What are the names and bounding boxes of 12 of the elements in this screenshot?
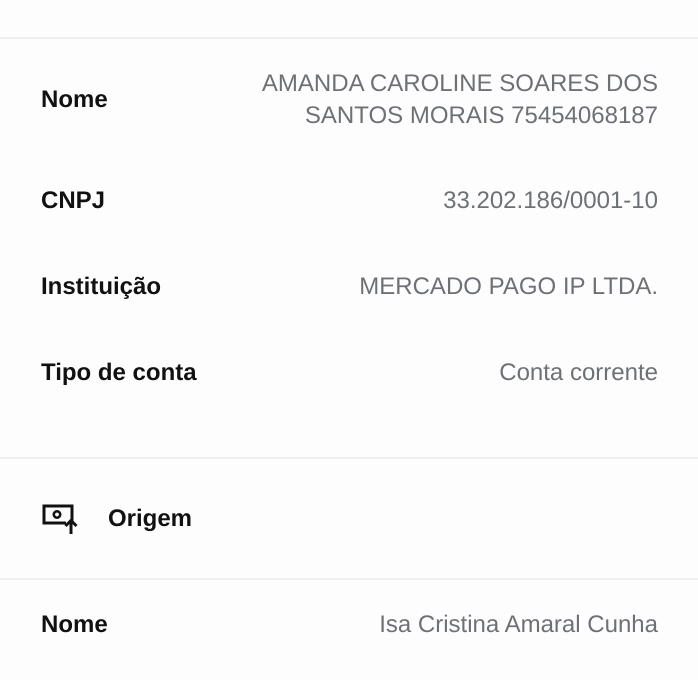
field-value: 33.202.186/0001-10 <box>443 186 658 216</box>
field-label: CNPJ <box>41 187 106 215</box>
field-value: Isa Cristina Amaral Cunha <box>379 610 658 640</box>
section-title: Origem <box>108 504 192 532</box>
field-label: Nome <box>41 86 108 114</box>
screen-upload-icon <box>42 504 80 534</box>
field-value: AMANDA CAROLINE SOARES DOS SANTOS MORAIS 75454068187 <box>260 69 658 131</box>
field-label: Instituição <box>41 273 162 301</box>
field-label: Nome <box>41 611 108 639</box>
field-value: MERCADO PAGO IP LTDA. <box>359 272 658 302</box>
field-label: Tipo de conta <box>41 359 197 387</box>
field-value: Conta corrente <box>499 358 658 388</box>
